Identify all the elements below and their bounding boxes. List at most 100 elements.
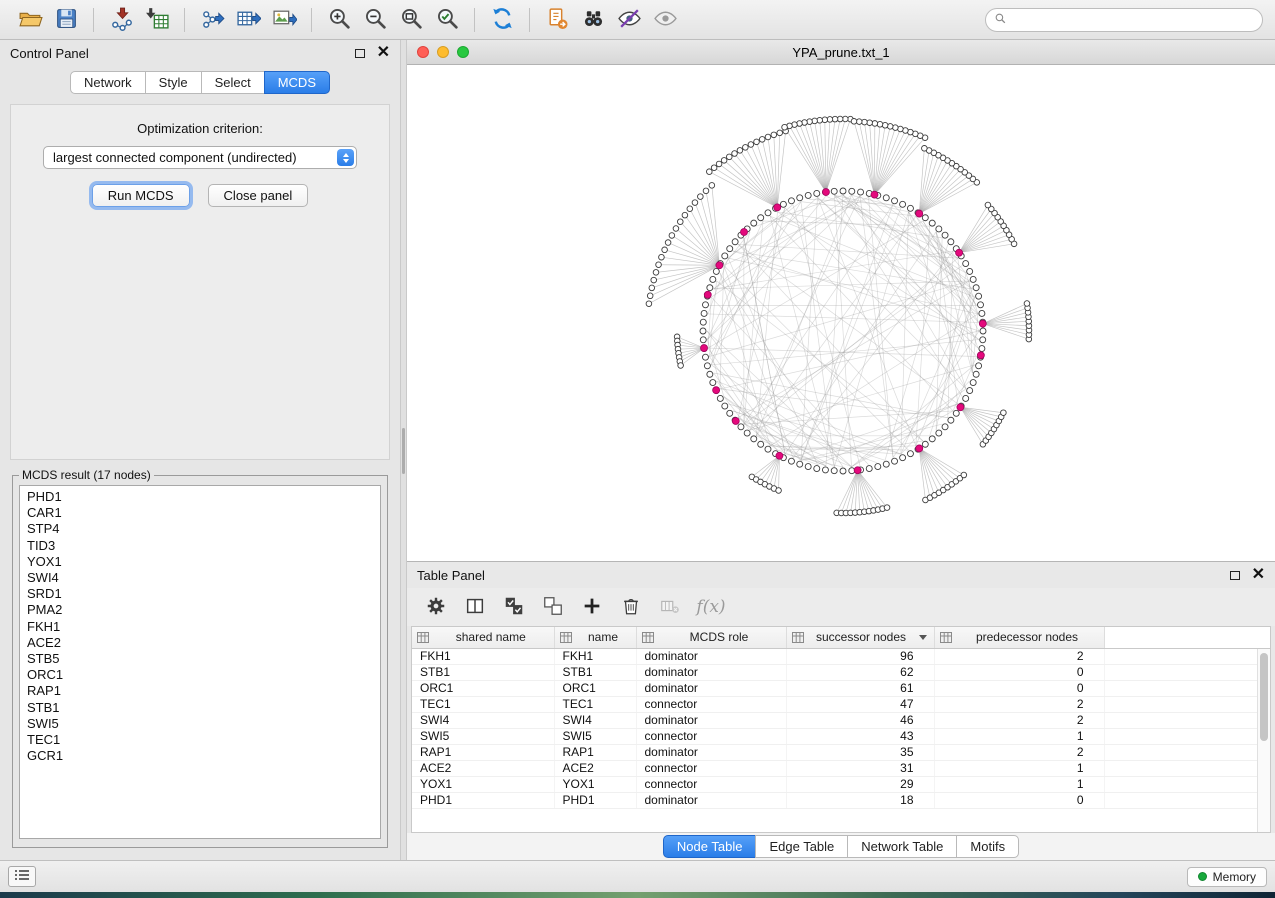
- close-panel-icon[interactable]: ✕: [1252, 567, 1265, 583]
- splitter-scroll-thumb[interactable]: [402, 428, 405, 474]
- memory-button[interactable]: Memory: [1187, 867, 1267, 887]
- import-network-button[interactable]: [103, 4, 139, 36]
- table-cell[interactable]: STB1: [412, 664, 554, 680]
- table-cell[interactable]: 2: [934, 744, 1104, 760]
- table-row[interactable]: PHD1PHD1dominator180: [412, 792, 1270, 808]
- table-cell[interactable]: 1: [934, 728, 1104, 744]
- table-cell[interactable]: 0: [934, 792, 1104, 808]
- table-cell[interactable]: ACE2: [554, 760, 636, 776]
- mcds-result-item[interactable]: FKH1: [20, 619, 380, 635]
- close-panel-button[interactable]: Close panel: [208, 184, 309, 207]
- tab-mcds[interactable]: MCDS: [264, 71, 330, 94]
- run-mcds-button[interactable]: Run MCDS: [92, 184, 190, 207]
- save-session-button[interactable]: [48, 4, 84, 36]
- table-cell[interactable]: 18: [786, 792, 934, 808]
- table-cell[interactable]: connector: [636, 776, 786, 792]
- show-columns-button[interactable]: [460, 592, 490, 622]
- table-row[interactable]: STB1STB1dominator620: [412, 664, 1270, 680]
- table-row[interactable]: SWI5SWI5connector431: [412, 728, 1270, 744]
- table-row[interactable]: TEC1TEC1connector472: [412, 696, 1270, 712]
- table-cell[interactable]: dominator: [636, 680, 786, 696]
- graphics-details-button[interactable]: [611, 4, 647, 36]
- export-network-button[interactable]: [194, 4, 230, 36]
- table-row[interactable]: ORC1ORC1dominator610: [412, 680, 1270, 696]
- table-cell[interactable]: SWI5: [412, 728, 554, 744]
- table-cell[interactable]: dominator: [636, 712, 786, 728]
- mcds-result-item[interactable]: STP4: [20, 521, 380, 537]
- panel-splitter[interactable]: [400, 40, 407, 860]
- search-input[interactable]: [1012, 13, 1254, 27]
- table-cell[interactable]: YOX1: [554, 776, 636, 792]
- tab-node-table[interactable]: Node Table: [663, 835, 757, 858]
- float-panel-icon[interactable]: [1230, 571, 1240, 580]
- table-cell[interactable]: connector: [636, 760, 786, 776]
- table-cell[interactable]: dominator: [636, 648, 786, 664]
- open-file-button[interactable]: [12, 4, 48, 36]
- export-table-button[interactable]: [230, 4, 266, 36]
- table-cell[interactable]: FKH1: [412, 648, 554, 664]
- tab-network-table[interactable]: Network Table: [847, 835, 957, 858]
- mcds-result-list[interactable]: PHD1CAR1STP4TID3YOX1SWI4SRD1PMA2FKH1ACE2…: [19, 485, 381, 839]
- table-cell[interactable]: ORC1: [554, 680, 636, 696]
- table-cell[interactable]: 0: [934, 680, 1104, 696]
- table-cell[interactable]: 29: [786, 776, 934, 792]
- table-cell[interactable]: SWI4: [412, 712, 554, 728]
- table-cell[interactable]: connector: [636, 728, 786, 744]
- tab-network[interactable]: Network: [70, 71, 146, 94]
- table-cell[interactable]: PHD1: [412, 792, 554, 808]
- table-cell[interactable]: dominator: [636, 744, 786, 760]
- unselect-all-button[interactable]: [538, 592, 568, 622]
- panel-menu-button[interactable]: [8, 866, 36, 887]
- table-scrollbar[interactable]: [1257, 649, 1270, 832]
- table-cell[interactable]: 1: [934, 760, 1104, 776]
- mcds-result-item[interactable]: TEC1: [20, 732, 380, 748]
- function-builder-button[interactable]: f(x): [694, 592, 724, 622]
- tab-motifs[interactable]: Motifs: [956, 835, 1019, 858]
- mcds-result-item[interactable]: TID3: [20, 538, 380, 554]
- table-cell[interactable]: SWI5: [554, 728, 636, 744]
- table-cell[interactable]: 62: [786, 664, 934, 680]
- tab-select[interactable]: Select: [201, 71, 265, 94]
- table-row[interactable]: ACE2ACE2connector311: [412, 760, 1270, 776]
- birds-eye-view-button[interactable]: [647, 4, 683, 36]
- table-cell[interactable]: ORC1: [412, 680, 554, 696]
- find-network-button[interactable]: [575, 4, 611, 36]
- delete-column-button[interactable]: [616, 592, 646, 622]
- refresh-view-button[interactable]: [484, 4, 520, 36]
- table-cell[interactable]: TEC1: [554, 696, 636, 712]
- mcds-result-item[interactable]: SRD1: [20, 586, 380, 602]
- sort-dropdown-icon[interactable]: [919, 635, 927, 640]
- zoom-fit-button[interactable]: [393, 4, 429, 36]
- table-cell[interactable]: 1: [934, 776, 1104, 792]
- table-cell[interactable]: 2: [934, 712, 1104, 728]
- table-cell[interactable]: 2: [934, 696, 1104, 712]
- table-cell[interactable]: 46: [786, 712, 934, 728]
- tab-style[interactable]: Style: [145, 71, 202, 94]
- table-cell[interactable]: 61: [786, 680, 934, 696]
- mcds-result-item[interactable]: SWI5: [20, 716, 380, 732]
- tab-edge-table[interactable]: Edge Table: [755, 835, 848, 858]
- table-row[interactable]: RAP1RAP1dominator352: [412, 744, 1270, 760]
- mcds-result-item[interactable]: ORC1: [20, 667, 380, 683]
- table-cell[interactable]: SWI4: [554, 712, 636, 728]
- window-minimize-icon[interactable]: [437, 46, 449, 58]
- zoom-selected-button[interactable]: [429, 4, 465, 36]
- table-cell[interactable]: 43: [786, 728, 934, 744]
- table-cell[interactable]: connector: [636, 696, 786, 712]
- zoom-in-button[interactable]: [321, 4, 357, 36]
- network-window-titlebar[interactable]: YPA_prune.txt_1: [407, 40, 1275, 65]
- clone-network-button[interactable]: [539, 4, 575, 36]
- table-cell[interactable]: 96: [786, 648, 934, 664]
- table-cell[interactable]: 47: [786, 696, 934, 712]
- table-cell[interactable]: dominator: [636, 792, 786, 808]
- optimization-criterion-select[interactable]: largest connected component (undirected): [43, 146, 357, 169]
- add-column-button[interactable]: [577, 592, 607, 622]
- mcds-result-item[interactable]: PHD1: [20, 489, 380, 505]
- import-table-button[interactable]: [139, 4, 175, 36]
- mcds-result-item[interactable]: STB1: [20, 700, 380, 716]
- close-panel-icon[interactable]: ✕: [377, 45, 390, 61]
- table-row[interactable]: FKH1FKH1dominator962: [412, 648, 1270, 664]
- float-panel-icon[interactable]: [355, 49, 365, 58]
- mcds-result-item[interactable]: CAR1: [20, 505, 380, 521]
- table-cell[interactable]: RAP1: [412, 744, 554, 760]
